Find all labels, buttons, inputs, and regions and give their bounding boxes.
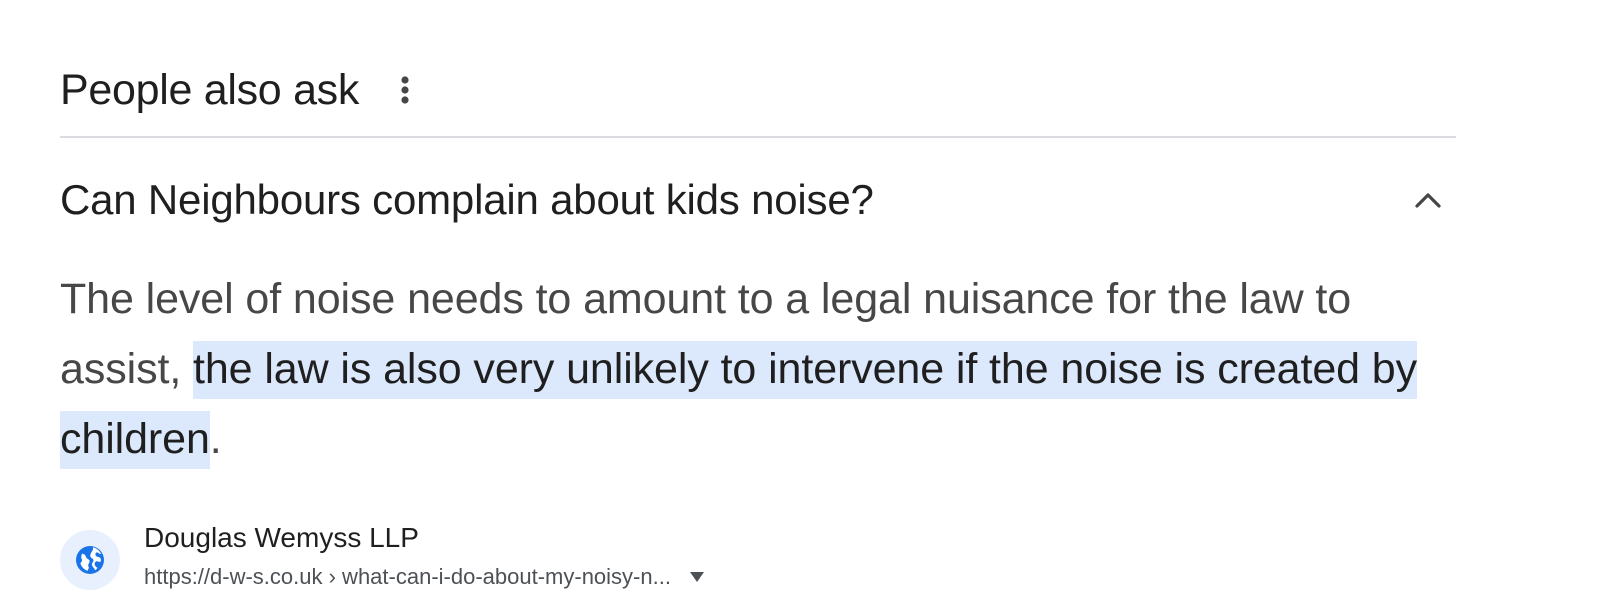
answer-snippet: The level of noise needs to amount to a … xyxy=(60,264,1456,474)
source-url-row: https://d-w-s.co.uk › what-can-i-do-abou… xyxy=(144,562,709,592)
divider xyxy=(60,136,1456,138)
collapse-button[interactable] xyxy=(1404,176,1452,224)
paa-header: People also ask xyxy=(60,58,423,122)
source-result[interactable]: Douglas Wemyss LLP https://d-w-s.co.uk ›… xyxy=(60,520,709,600)
answer-text-end: . xyxy=(209,415,222,463)
people-also-ask: People also ask Can Neighbours complain … xyxy=(60,0,1456,600)
source-favicon xyxy=(60,530,120,590)
paa-title: People also ask xyxy=(60,65,360,114)
chevron-up-icon xyxy=(1415,193,1441,208)
question-text: Can Neighbours complain about kids noise… xyxy=(60,176,874,223)
more-vert-icon xyxy=(401,76,409,104)
more-options-button[interactable] xyxy=(387,66,423,114)
globe-icon xyxy=(76,546,104,574)
source-meta: Douglas Wemyss LLP https://d-w-s.co.uk ›… xyxy=(144,520,709,592)
source-name[interactable]: Douglas Wemyss LLP xyxy=(144,520,709,556)
source-menu-button[interactable] xyxy=(685,565,709,589)
caret-down-icon xyxy=(689,572,704,582)
source-url[interactable]: https://d-w-s.co.uk › what-can-i-do-abou… xyxy=(144,562,671,592)
question-toggle[interactable]: Can Neighbours complain about kids noise… xyxy=(60,168,1456,232)
answer-highlight: the law is also very unlikely to interve… xyxy=(60,341,1417,469)
